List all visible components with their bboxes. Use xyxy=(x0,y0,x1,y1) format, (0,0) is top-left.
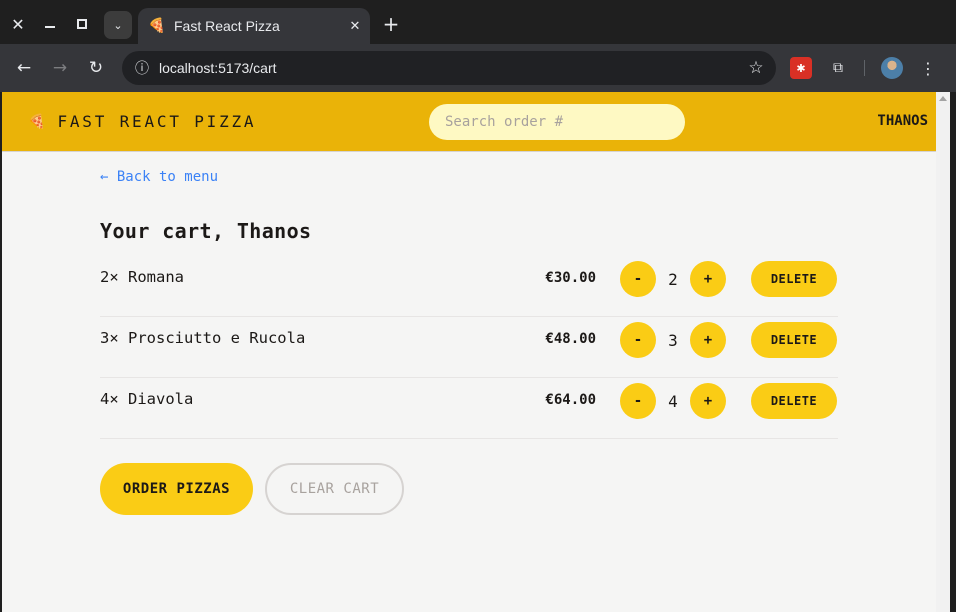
more-vertical-icon[interactable]: ⋮ xyxy=(916,56,940,80)
item-name: 2× Romana xyxy=(100,268,184,286)
cart-item: 3× Prosciutto e Rucola €48.00 - 3 + DELE… xyxy=(100,317,838,378)
url-text[interactable]: localhost:5173/cart xyxy=(159,60,736,76)
delete-item-button[interactable]: DELETE xyxy=(751,261,837,297)
item-quantity: 4 xyxy=(668,392,678,411)
app-header: 🍕 FAST REACT PIZZA THANOS xyxy=(2,92,950,152)
reload-icon: ↻ xyxy=(88,58,104,78)
username: THANOS xyxy=(877,113,928,129)
pizza-favicon-icon: 🍕 xyxy=(148,18,166,34)
item-price: €48.00 xyxy=(545,331,596,347)
puzzle-icon[interactable]: ⧉ xyxy=(827,57,849,79)
logo-link[interactable]: 🍕 FAST REACT PIZZA xyxy=(28,112,256,131)
vertical-scrollbar[interactable] xyxy=(936,92,950,612)
extension-icon[interactable]: ✱ xyxy=(790,57,812,79)
close-tab-icon[interactable]: ✕ xyxy=(340,19,370,34)
increase-quantity-button[interactable]: + xyxy=(690,261,726,297)
page-title: Your cart, Thanos xyxy=(100,219,312,243)
close-icon: ✕ xyxy=(11,14,25,34)
pizza-logo-icon: 🍕 xyxy=(28,113,46,130)
plus-icon: + xyxy=(382,12,400,36)
increase-quantity-button[interactable]: + xyxy=(690,383,726,419)
item-price: €64.00 xyxy=(545,392,596,408)
arrow-right-icon: → xyxy=(52,58,68,78)
increase-quantity-button[interactable]: + xyxy=(690,322,726,358)
minimize-window-button[interactable] xyxy=(36,10,64,38)
search-order-input[interactable] xyxy=(429,104,685,140)
cart-item: 4× Diavola €64.00 - 4 + DELETE xyxy=(100,378,838,439)
back-to-menu-link[interactable]: ← Back to menu xyxy=(100,169,218,185)
toolbar-divider xyxy=(864,60,865,76)
profile-avatar[interactable] xyxy=(881,57,903,79)
browser-tab[interactable]: 🍕 Fast React Pizza ✕ xyxy=(138,8,370,44)
chevron-down-icon: ⌄ xyxy=(113,18,123,32)
browser-tabstrip: ✕ ⌄ 🍕 Fast React Pizza ✕ + xyxy=(0,0,956,44)
bookmark-star-icon[interactable]: ☆ xyxy=(736,58,776,78)
cart-actions: ORDER PIZZAS CLEAR CART xyxy=(100,463,404,515)
decrease-quantity-button[interactable]: - xyxy=(620,383,656,419)
address-bar[interactable]: ⓘ localhost:5173/cart ☆ xyxy=(122,51,776,85)
tab-search-button[interactable]: ⌄ xyxy=(104,11,132,39)
scroll-up-arrow-icon[interactable] xyxy=(939,96,947,101)
minimize-icon xyxy=(45,26,55,28)
new-tab-button[interactable]: + xyxy=(378,11,404,37)
order-pizzas-button[interactable]: ORDER PIZZAS xyxy=(100,463,253,515)
forward-button[interactable]: → xyxy=(46,54,74,82)
back-button[interactable]: ← xyxy=(10,54,38,82)
item-name: 3× Prosciutto e Rucola xyxy=(100,329,306,347)
browser-toolbar: ← → ↻ ⓘ localhost:5173/cart ☆ ✱ ⧉ ⋮ xyxy=(0,44,956,92)
decrease-quantity-button[interactable]: - xyxy=(620,261,656,297)
item-price: €30.00 xyxy=(545,270,596,286)
delete-item-button[interactable]: DELETE xyxy=(751,383,837,419)
decrease-quantity-button[interactable]: - xyxy=(620,322,656,358)
arrow-left-icon: ← xyxy=(16,58,32,78)
item-quantity: 2 xyxy=(668,270,678,289)
clear-cart-button[interactable]: CLEAR CART xyxy=(265,463,404,515)
cart-list: 2× Romana €30.00 - 2 + DELETE 3× Prosciu… xyxy=(100,256,838,439)
site-info-icon[interactable]: ⓘ xyxy=(131,57,153,79)
logo-text: FAST REACT PIZZA xyxy=(57,112,257,131)
close-window-button[interactable]: ✕ xyxy=(4,10,32,38)
item-quantity: 3 xyxy=(668,331,678,350)
maximize-window-button[interactable] xyxy=(68,10,96,38)
tab-title: Fast React Pizza xyxy=(174,18,280,34)
reload-button[interactable]: ↻ xyxy=(82,54,110,82)
item-name: 4× Diavola xyxy=(100,390,194,408)
cart-item: 2× Romana €30.00 - 2 + DELETE xyxy=(100,256,838,317)
page-viewport: 🍕 FAST REACT PIZZA THANOS ← Back to menu… xyxy=(2,92,950,612)
delete-item-button[interactable]: DELETE xyxy=(751,322,837,358)
maximize-icon xyxy=(77,19,87,29)
